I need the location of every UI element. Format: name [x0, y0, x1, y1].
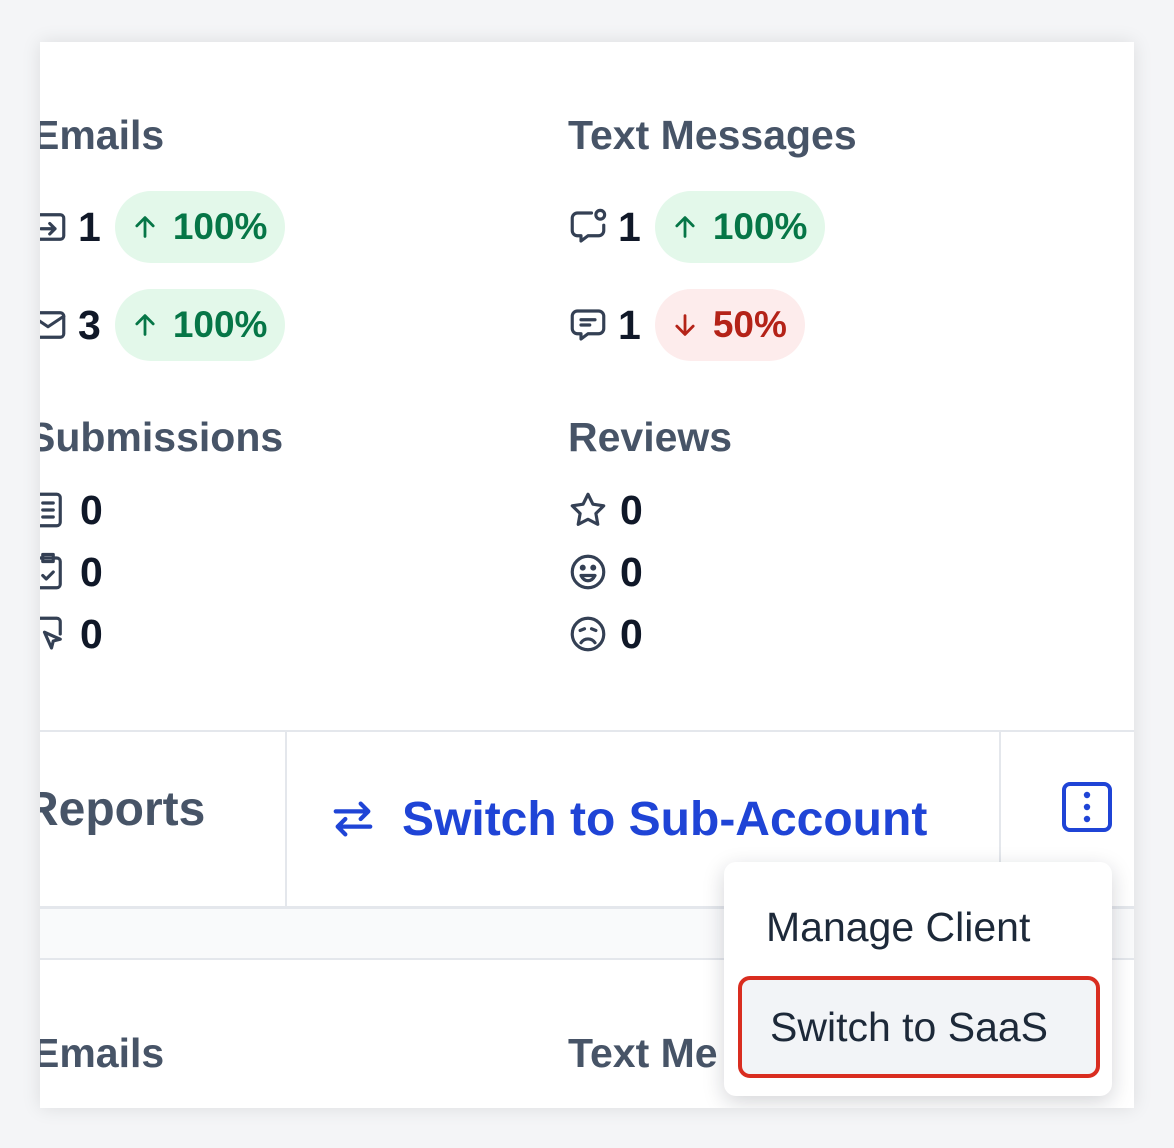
switch-to-sub-account-label: Switch to Sub-Account [402, 792, 928, 846]
submissions-title: Submissions [40, 414, 284, 460]
manage-client-menu-item[interactable]: Manage Client [738, 876, 1100, 978]
switch-to-sub-account-button[interactable]: Switch to Sub-Account [330, 772, 927, 866]
arrow-down-icon [675, 314, 695, 336]
sad-face-icon [566, 612, 610, 656]
form-icon [40, 488, 70, 532]
text-message-trend-badge: 50% [654, 289, 805, 361]
action-separator [285, 732, 287, 906]
arrow-up-icon [675, 216, 695, 238]
agency-dashboard-frame: Emails 1 100% 3 100% Text Messages 1 100… [40, 42, 1134, 1108]
more-vertical-icon [1083, 791, 1091, 823]
reports-link[interactable]: Reports [40, 782, 205, 837]
arrow-up-icon [135, 216, 155, 238]
text-message-trend: 50% [712, 304, 787, 345]
reviews-title: Reviews [568, 414, 733, 460]
survey-icon [40, 550, 70, 594]
funnel-click-icon [40, 612, 70, 656]
emails-title: Emails [40, 112, 165, 158]
reviews-stars-value: 0 [620, 486, 643, 533]
message-text-icon [566, 303, 610, 347]
reviews-positive-value: 0 [620, 548, 643, 595]
text-message-value: 1 [618, 301, 641, 348]
next-card-text-messages-title: Text Me [568, 1030, 718, 1076]
star-icon [566, 488, 610, 532]
email-open-icon [40, 303, 70, 347]
reviews-negative-stat: 0 [566, 604, 657, 664]
options-dropdown-menu: Manage Client Switch to SaaS [724, 862, 1112, 1096]
switch-arrows-icon [333, 801, 373, 837]
emails-sent-value: 1 [78, 203, 101, 250]
emails-sent-trend-badge: 100% [114, 191, 286, 263]
more-options-button[interactable] [1062, 782, 1112, 832]
text-notification-trend-badge: 100% [654, 191, 826, 263]
happy-face-icon [566, 550, 610, 594]
emails-open-trend-badge: 100% [114, 289, 286, 361]
text-messages-title: Text Messages [568, 112, 857, 158]
text-notification-stat: 1 100% [566, 190, 826, 264]
message-notification-icon [566, 205, 610, 249]
next-card-emails-title: Emails [40, 1030, 165, 1076]
emails-open-trend: 100% [172, 304, 268, 345]
emails-open-stat: 3 100% [40, 288, 286, 362]
text-notification-trend: 100% [712, 206, 808, 247]
form-submissions-value: 0 [80, 486, 103, 533]
emails-sent-stat: 1 100% [40, 190, 286, 264]
survey-submissions-value: 0 [80, 548, 103, 595]
reviews-negative-value: 0 [620, 610, 643, 657]
funnel-submissions-value: 0 [80, 610, 103, 657]
survey-submissions-stat: 0 [40, 542, 117, 602]
reviews-positive-stat: 0 [566, 542, 657, 602]
emails-open-value: 3 [78, 301, 101, 348]
email-sent-icon [40, 205, 70, 249]
form-submissions-stat: 0 [40, 480, 117, 540]
emails-sent-trend: 100% [172, 206, 268, 247]
stats-card: Emails 1 100% 3 100% Text Messages 1 100… [40, 42, 1134, 730]
reviews-stars-stat: 0 [566, 480, 657, 540]
switch-to-saas-menu-item[interactable]: Switch to SaaS [738, 976, 1100, 1078]
funnel-submissions-stat: 0 [40, 604, 117, 664]
text-message-stat: 1 50% [566, 288, 805, 362]
arrow-up-icon [135, 314, 155, 336]
text-notification-value: 1 [618, 203, 641, 250]
